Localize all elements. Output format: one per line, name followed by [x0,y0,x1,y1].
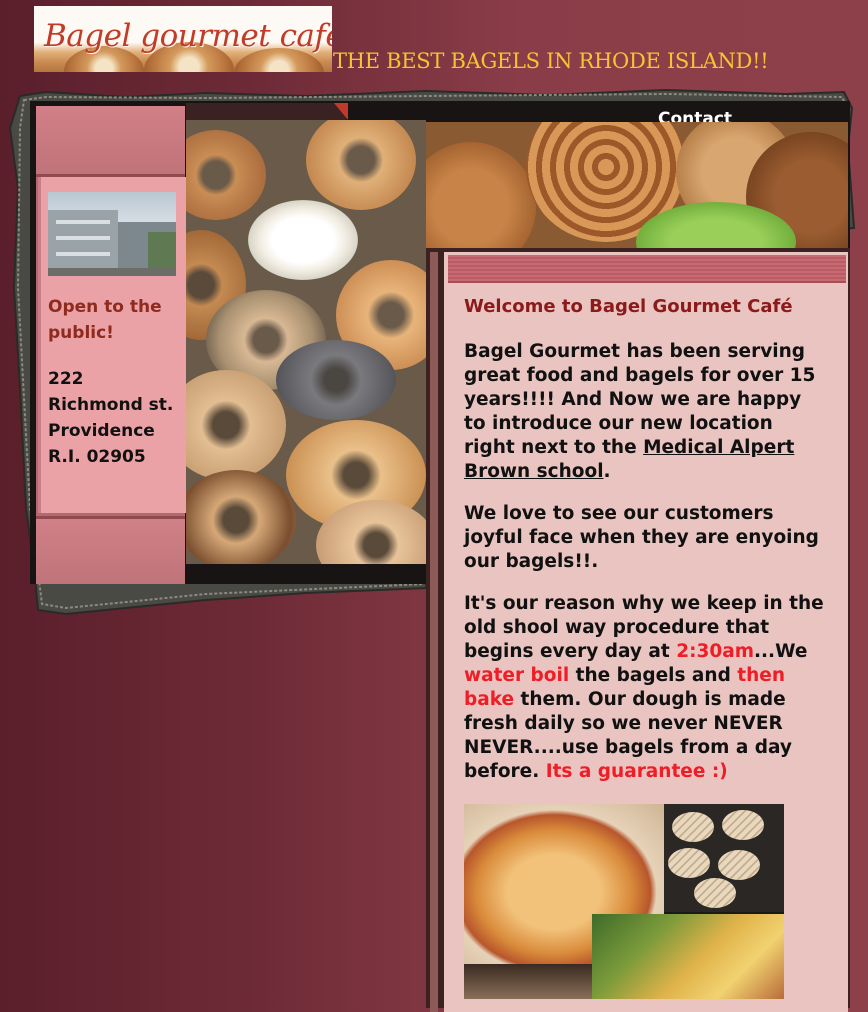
site-tagline: THE BEST BAGELS IN RHODE ISLAND!! [333,49,769,73]
oven-photo [464,964,592,999]
customers-paragraph: We love to see our customers joyful face… [464,503,819,572]
flatbread-photo [664,804,784,912]
food-collage-photo [464,804,784,999]
logo-text: Bagel gourmet cafe [44,18,332,54]
time-highlight: 2:30am [676,641,754,662]
pastries-photo [426,122,848,248]
bagel-platter-photo [186,120,426,564]
content-edge [430,252,438,1012]
site-logo[interactable]: Bagel gourmet cafe [34,6,332,72]
tab-strip [186,103,346,120]
procedure-paragraph: It's our reason why we keep in the old s… [464,593,824,782]
sidebar-footer-bar [36,516,185,584]
address-text: 222 Richmond st. Providence R.I. 02905 [48,369,174,467]
building-photo [48,192,176,276]
content-header-bar [448,255,846,283]
welcome-heading: Welcome to Bagel Gourmet Café [464,296,793,317]
sidebar-header-bar [36,106,185,177]
intro-paragraph: Bagel Gourmet has been serving great foo… [464,341,816,482]
dish-photo [592,914,784,999]
nav-contact-link[interactable]: Contact [658,108,732,122]
guarantee-highlight: Its a guarantee :) [545,761,728,782]
water-boil-highlight: water boil [464,665,570,686]
open-to-public-text: Open to the public! [48,297,162,343]
